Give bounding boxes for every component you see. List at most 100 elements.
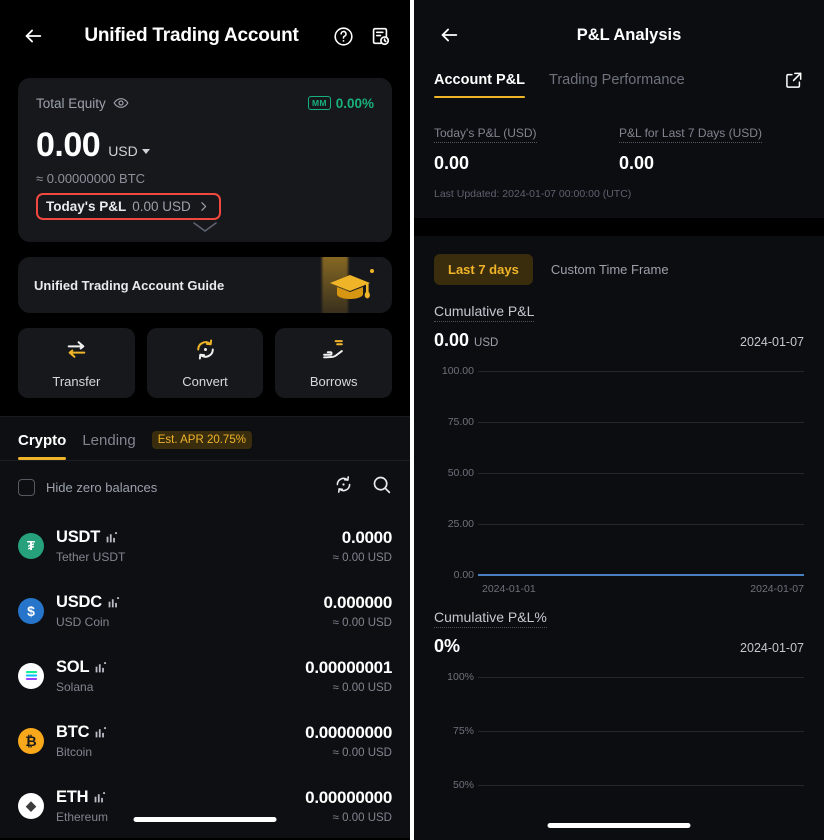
btc-coin-icon: ₿ <box>18 727 44 754</box>
convert-button[interactable]: Convert <box>146 328 264 398</box>
asset-usd-value: ≈ 0.00 USD <box>332 681 392 694</box>
sol-coin-icon <box>18 662 44 689</box>
chevron-down-icon <box>141 148 150 154</box>
last-updated-text: Last Updated: 2024-01-07 00:00:00 (UTC) <box>434 188 632 200</box>
currency-label: USD <box>108 143 138 159</box>
asset-name: Tether USDT <box>56 549 126 564</box>
asset-symbol: BTC <box>56 722 90 741</box>
list-item[interactable]: $ USDC USD Coin 0.000000 ≈ 0.00 USD <box>0 578 410 643</box>
chart-headline-value: 0.00 <box>434 330 470 350</box>
asset-name: Bitcoin <box>56 744 93 759</box>
equity-top-row: Total Equity MM 0.00% <box>36 95 374 111</box>
cumulative-pnl-chart-block: Cumulative P&L 0.00 USD 2024-01-07 100.0… <box>414 285 824 595</box>
chart-headline: 0% 2024-01-07 <box>434 636 804 657</box>
asset-info: SOL Solana <box>56 658 305 694</box>
tab-account-pnl[interactable]: Account P&L <box>434 72 526 98</box>
tab-crypto[interactable]: Crypto <box>18 432 67 460</box>
btc-equivalent: ≈ 0.00000000 BTC <box>36 171 146 186</box>
asset-values: 0.00000000 ≈ 0.00 USD <box>305 723 392 759</box>
stat-value: 0.00 <box>434 153 470 173</box>
help-circle-icon[interactable] <box>331 24 355 48</box>
home-indicator <box>133 817 277 822</box>
maintenance-margin-group[interactable]: MM 0.00% <box>307 95 374 111</box>
chart-headline: 0.00 USD 2024-01-07 <box>434 330 804 351</box>
guide-title: Unified Trading Account Guide <box>34 277 225 293</box>
total-equity-label: Total Equity <box>36 95 106 111</box>
hide-zero-balances-checkbox[interactable] <box>18 478 35 496</box>
dual-phone-screenshot: Unified Trading Account Total Equity MM … <box>0 0 824 840</box>
range-last-7-days[interactable]: Last 7 days <box>434 254 533 285</box>
asset-symbol: USDC <box>56 592 102 611</box>
search-icon[interactable] <box>371 474 392 500</box>
kline-chart-icon[interactable] <box>105 531 118 544</box>
tab-lending[interactable]: Lending <box>82 432 135 460</box>
kline-chart-icon[interactable] <box>107 596 120 609</box>
asset-values: 0.00000001 ≈ 0.00 USD <box>305 658 392 694</box>
asset-values: 0.0000 ≈ 0.00 USD <box>333 528 393 564</box>
usdc-coin-icon: $ <box>18 597 44 624</box>
asset-symbol-row: SOL <box>56 658 305 677</box>
unified-trading-account-guide-card[interactable]: Unified Trading Account Guide <box>18 257 392 313</box>
mm-value: 0.00% <box>335 95 374 111</box>
asset-list: ₮ USDT Tether USDT 0.0000 ≈ 0.00 USD $ U… <box>0 513 410 838</box>
quick-actions-row: Transfer Convert Borrows <box>18 328 393 398</box>
convert-label: Convert <box>182 374 228 389</box>
eth-coin-icon: ◆ <box>18 792 44 819</box>
chart-title[interactable]: Cumulative P&L <box>434 303 535 322</box>
stat-label[interactable]: Today's P&L (USD) <box>434 126 537 143</box>
asset-symbol-row: USDT <box>56 528 333 547</box>
expand-chevron-icon[interactable] <box>190 220 220 238</box>
transfer-button[interactable]: Transfer <box>18 328 135 398</box>
todays-pnl-link[interactable]: Today's P&L 0.00 USD <box>36 193 221 220</box>
document-clock-icon[interactable] <box>368 24 392 48</box>
chart-headline-value: 0% <box>434 636 461 656</box>
list-item[interactable]: SOL Solana 0.00000001 ≈ 0.00 USD <box>0 643 410 708</box>
chart-title[interactable]: Cumulative P&L% <box>434 609 547 628</box>
equity-label-group: Total Equity <box>36 95 129 111</box>
borrows-button[interactable]: Borrows <box>275 328 393 398</box>
kline-chart-icon[interactable] <box>93 791 106 804</box>
chart-headline-date: 2024-01-07 <box>740 641 804 655</box>
hide-zero-balances-label: Hide zero balances <box>46 479 158 495</box>
time-range-selector: Last 7 days Custom Time Frame <box>414 236 824 285</box>
asset-values: 0.000000 ≈ 0.00 USD <box>323 593 392 629</box>
currency-selector[interactable]: USD <box>108 143 150 159</box>
asset-values: 0.00000000 ≈ 0.00 USD <box>305 788 392 824</box>
filter-icon-group <box>333 474 392 500</box>
cumulative-pnl-percent-chart-block: Cumulative P&L% 0% 2024-01-07 100% 75% 5… <box>414 585 824 791</box>
asset-name: Solana <box>56 679 94 694</box>
mm-badge: MM <box>307 96 331 110</box>
stat-last-7-days-pnl: P&L for Last 7 Days (USD) 0.00 <box>619 124 804 174</box>
borrows-label: Borrows <box>309 374 358 389</box>
pnl-stats: Today's P&L (USD) 0.00 P&L for Last 7 Da… <box>414 100 824 174</box>
asset-usd-value: ≈ 0.00 USD <box>332 811 392 824</box>
pnl-tabs: Account P&L Trading Performance <box>414 70 824 100</box>
equity-amount: 0.00 <box>36 126 101 164</box>
app-header: Unified Trading Account <box>0 0 410 72</box>
home-indicator <box>547 823 691 828</box>
asset-symbol: SOL <box>56 657 90 676</box>
eye-icon[interactable] <box>113 95 129 111</box>
pnl-header: P&L Analysis <box>414 0 824 70</box>
refresh-icon[interactable] <box>333 474 354 500</box>
y-axis-tick: 25.00 <box>447 518 474 530</box>
list-item[interactable]: ◆ ETH Ethereum 0.00000000 ≈ 0.00 USD <box>0 773 410 838</box>
range-custom-time-frame[interactable]: Custom Time Frame <box>541 254 679 285</box>
est-apr-badge: Est. APR 20.75% <box>151 431 252 449</box>
asset-amount: 0.00000001 <box>305 657 392 677</box>
todays-pnl-label: Today's P&L <box>46 199 127 214</box>
stat-label[interactable]: P&L for Last 7 Days (USD) <box>619 126 762 143</box>
tab-trading-performance[interactable]: Trading Performance <box>549 72 685 98</box>
back-arrow-icon[interactable] <box>18 21 48 51</box>
list-item[interactable]: ₿ BTC Bitcoin 0.00000000 ≈ 0.00 USD <box>0 708 410 773</box>
y-axis-tick: 75.00 <box>447 416 474 428</box>
kline-chart-icon[interactable] <box>94 661 107 674</box>
kline-chart-icon[interactable] <box>94 726 107 739</box>
asset-symbol-row: BTC <box>56 723 305 742</box>
pnl-series-line <box>478 574 804 576</box>
chevron-right-icon <box>197 200 210 213</box>
asset-amount: 0.00000000 <box>305 722 392 742</box>
stat-todays-pnl: Today's P&L (USD) 0.00 <box>434 124 619 174</box>
list-item[interactable]: ₮ USDT Tether USDT 0.0000 ≈ 0.00 USD <box>0 513 410 578</box>
external-link-icon[interactable] <box>784 70 804 90</box>
